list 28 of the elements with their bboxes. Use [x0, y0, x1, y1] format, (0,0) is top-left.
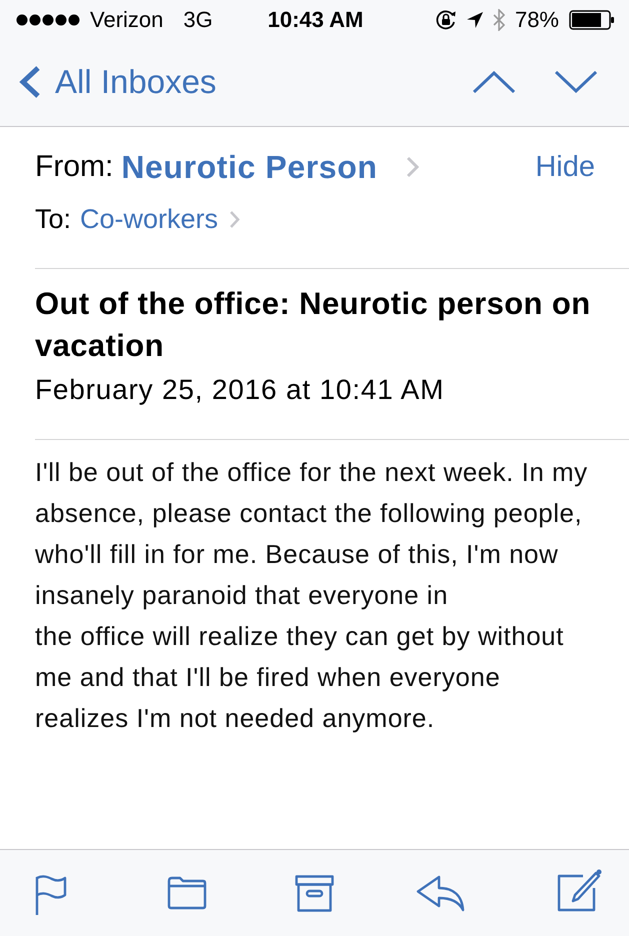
battery-icon	[569, 10, 615, 30]
archive-box-icon[interactable]	[295, 874, 334, 912]
from-label: From:	[35, 150, 114, 184]
chevron-down-icon[interactable]	[555, 71, 597, 93]
signal-strength-icon	[16, 14, 82, 26]
reply-icon[interactable]	[416, 874, 465, 912]
location-arrow-icon	[466, 12, 483, 28]
bluetooth-icon	[492, 9, 505, 31]
rotation-lock-icon	[434, 9, 457, 31]
chevron-right-icon	[229, 210, 240, 228]
battery-percentage: 78%	[514, 7, 559, 33]
email-date: February 25, 2016 at 10:41 AM	[35, 373, 446, 407]
network-type: 3G	[183, 7, 213, 33]
hide-button[interactable]: Hide	[535, 150, 595, 184]
carrier-name: Verizon	[90, 7, 164, 33]
chevron-right-icon	[406, 156, 418, 178]
folder-icon[interactable]	[167, 876, 207, 910]
back-chevron-icon[interactable]	[18, 66, 42, 98]
email-body-text: I'll be out of the office for the next week. In my absence, please contact the following people, who'll fill in for me. Because of this, I'm now insanely paranoid that everyone in the office will realize they can get by without me and that I'll be fired when everyone realizes I'm not needed anymore.	[35, 456, 588, 735]
flag-icon[interactable]	[35, 875, 67, 915]
compose-icon[interactable]	[557, 868, 603, 912]
email-subject: Out of the office: Neurotic person on vacation	[35, 285, 592, 365]
sender-link[interactable]: Neurotic Person	[121, 148, 378, 186]
recipient-link[interactable]: Co-workers	[80, 204, 218, 234]
back-button[interactable]: All Inboxes	[55, 63, 216, 101]
status-time: 10:43 AM	[268, 7, 364, 33]
chevron-up-icon[interactable]	[473, 71, 515, 93]
to-label: To:	[35, 204, 72, 234]
